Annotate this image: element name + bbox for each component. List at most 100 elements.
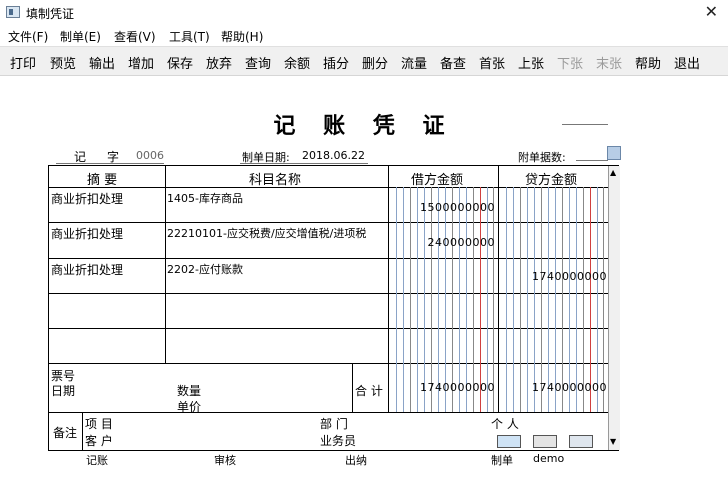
row-summary[interactable]: 商业折扣处理 — [51, 261, 123, 278]
divider — [49, 412, 609, 413]
digit-line — [576, 187, 577, 412]
date-sub-label: 日期 — [51, 384, 76, 398]
add-button[interactable]: 增加 — [128, 53, 154, 72]
menu-bar: 文件(F) 制单(E) 查看(V) 工具(T) 帮助(H) — [0, 26, 728, 46]
voucher-number[interactable]: 0006 — [136, 149, 164, 162]
menu-file[interactable]: 文件(F) — [8, 28, 48, 45]
digit-line — [417, 187, 418, 412]
voucher-grid: 摘 要 科目名称 借方金额 贷方金额 商业折扣处理 1405-库存商品 1500… — [48, 165, 619, 451]
remark-label: 备注 — [53, 426, 78, 440]
digit-line — [473, 187, 474, 412]
discard-button[interactable]: 放弃 — [206, 53, 232, 72]
cashflow-button[interactable]: 流量 — [401, 53, 427, 72]
number-underline — [56, 163, 164, 164]
menu-tools[interactable]: 工具(T) — [169, 28, 210, 45]
prev-button[interactable]: 上张 — [518, 53, 544, 72]
digit-line — [520, 187, 521, 412]
row-summary[interactable]: 商业折扣处理 — [51, 225, 123, 242]
digit-line — [534, 187, 535, 412]
digit-line — [431, 187, 432, 412]
digit-line — [541, 187, 542, 412]
maker-label: 制单 — [491, 454, 513, 467]
divider — [49, 258, 609, 259]
decimal-line — [590, 187, 591, 412]
print-button[interactable]: 打印 — [10, 53, 36, 72]
header-debit: 借方金额 — [411, 173, 464, 188]
digit-line — [452, 187, 453, 412]
toolbar: 打印 预览 输出 增加 保存 放弃 查询 余额 插分 删分 流量 备查 首张 上… — [0, 46, 728, 76]
digit-line — [493, 187, 494, 412]
row-account[interactable]: 1405-库存商品 — [167, 190, 243, 206]
voucher-date[interactable]: 2018.06.22 — [302, 149, 365, 162]
divider — [49, 363, 609, 364]
voucher-title: 记 账 凭 证 — [273, 113, 455, 139]
attach-label: 附单据数: — [518, 151, 566, 164]
header-summary: 摘 要 — [87, 173, 118, 188]
insert-entry-button[interactable]: 插分 — [323, 53, 349, 72]
salesman-label: 业务员 — [320, 434, 357, 448]
query-button[interactable]: 查询 — [245, 53, 271, 72]
exit-button[interactable]: 退出 — [674, 53, 700, 72]
digit-line — [569, 187, 570, 412]
save-button[interactable]: 保存 — [167, 53, 193, 72]
digit-line — [487, 187, 488, 412]
scroll-up-icon[interactable]: ▲ — [610, 168, 616, 177]
divider — [49, 222, 609, 223]
app-icon — [6, 6, 20, 18]
digit-line — [396, 187, 397, 412]
maker-name: demo — [533, 452, 565, 465]
divider — [165, 166, 166, 363]
last-button[interactable]: 末张 — [596, 53, 622, 72]
project-label: 项 目 — [85, 417, 113, 431]
unit-price-label: 单价 — [177, 400, 202, 414]
row-summary[interactable]: 商业折扣处理 — [51, 190, 123, 207]
digit-line — [583, 187, 584, 412]
auditor-label: 审核 — [214, 454, 236, 467]
divider — [49, 293, 609, 294]
row-debit[interactable]: 1500000000 — [388, 201, 495, 214]
help-button[interactable]: 帮助 — [635, 53, 661, 72]
digit-line — [548, 187, 549, 412]
flow-icon[interactable] — [497, 435, 521, 448]
menu-voucher[interactable]: 制单(E) — [60, 28, 101, 45]
digit-line — [513, 187, 514, 412]
digit-line — [445, 187, 446, 412]
balance-button[interactable]: 余额 — [284, 53, 310, 72]
digit-line — [506, 187, 507, 412]
header-account: 科目名称 — [249, 173, 302, 188]
date-underline — [240, 163, 368, 164]
menu-view[interactable]: 查看(V) — [114, 28, 156, 45]
row-account[interactable]: 2202-应付账款 — [167, 261, 243, 277]
window-title: 填制凭证 — [26, 7, 75, 21]
total-debit: 1740000000 — [420, 381, 495, 394]
divider — [49, 328, 609, 329]
cashier-label: 出纳 — [345, 454, 367, 467]
card-icon[interactable] — [533, 435, 557, 448]
memo-button[interactable]: 备查 — [440, 53, 466, 72]
edit-icon[interactable] — [569, 435, 593, 448]
divider — [352, 363, 353, 412]
scroll-down-icon[interactable]: ▼ — [610, 437, 616, 446]
row-credit[interactable]: 1740000000 — [498, 270, 607, 283]
delete-entry-button[interactable]: 删分 — [362, 53, 388, 72]
divider — [82, 412, 83, 450]
vertical-scrollbar[interactable]: ▲ ▼ — [608, 166, 620, 450]
attach-count-input[interactable] — [576, 146, 608, 161]
digit-line — [410, 187, 411, 412]
first-button[interactable]: 首张 — [479, 53, 505, 72]
row-account[interactable]: 22210101-应交税费/应交增值税/进项税 — [167, 225, 366, 241]
header-credit: 贷方金额 — [525, 173, 578, 188]
decimal-line — [480, 187, 481, 412]
preview-button[interactable]: 预览 — [50, 53, 76, 72]
department-label: 部 门 — [320, 417, 348, 431]
row-debit[interactable]: 240000000 — [388, 236, 495, 249]
customer-label: 客 户 — [85, 434, 113, 448]
export-button[interactable]: 输出 — [89, 53, 115, 72]
close-icon[interactable]: ✕ — [705, 2, 718, 21]
digit-line — [597, 187, 598, 412]
bookkeeper-label: 记账 — [86, 454, 108, 467]
total-label: 合 计 — [355, 384, 383, 398]
attach-search-icon[interactable] — [607, 146, 621, 160]
next-button[interactable]: 下张 — [557, 53, 583, 72]
menu-help[interactable]: 帮助(H) — [221, 28, 263, 45]
